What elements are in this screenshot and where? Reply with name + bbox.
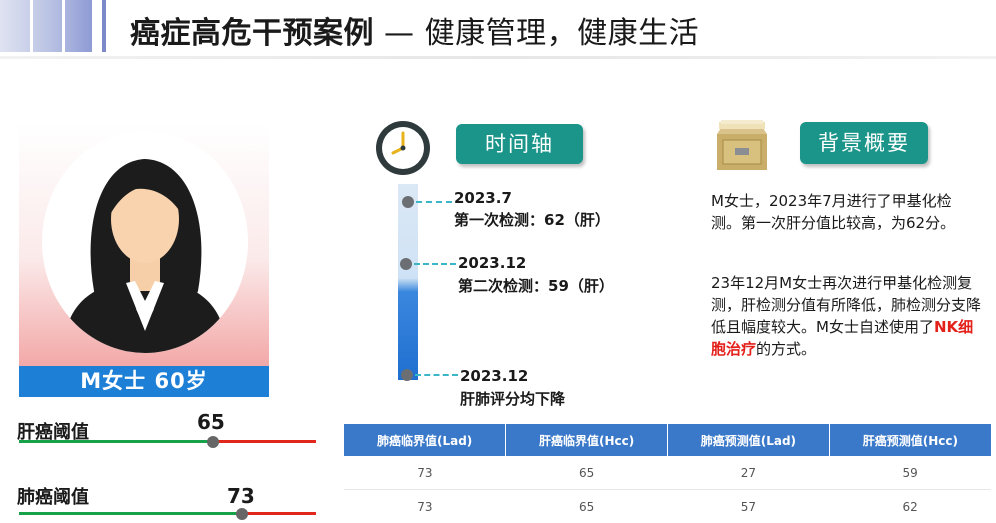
table-cell: 73: [344, 490, 506, 523]
timeline-connector: [416, 201, 452, 203]
prediction-table: 肺癌临界值(Lad) 肝癌临界值(Hcc) 肺癌预测值(Lad) 肝癌预测值(H…: [344, 424, 991, 523]
header-accent-stripe: [102, 0, 106, 52]
timeline-event-date: 2023.7: [454, 189, 512, 207]
table-cell: 62: [829, 490, 991, 523]
table-cell: 57: [668, 490, 830, 523]
table-header-row: 肺癌临界值(Lad) 肝癌临界值(Hcc) 肺癌预测值(Lad) 肝癌预测值(H…: [344, 424, 991, 456]
table-header-cell: 肝癌预测值(Hcc): [829, 424, 991, 456]
clock-icon: [374, 119, 432, 177]
page-title: 癌症高危干预案例 — 健康管理，健康生活: [130, 8, 699, 52]
lung-threshold-slider-handle[interactable]: [236, 508, 248, 520]
table-row: 73 65 27 59: [344, 456, 991, 490]
lung-threshold-value: 73: [227, 484, 255, 508]
lung-threshold-track-low: [19, 512, 242, 515]
file-cabinet-icon: [715, 120, 769, 172]
page-title-subtitle: — 健康管理，健康生活: [374, 16, 699, 51]
patient-name-label: M女士 60岁: [19, 366, 269, 397]
woman-avatar-icon: [42, 131, 248, 353]
timeline-axis: [398, 184, 418, 380]
liver-threshold-track-low: [19, 440, 213, 443]
liver-threshold-track-high: [213, 440, 316, 443]
background-header: 背景概要: [800, 122, 928, 164]
timeline-header: 时间轴: [456, 124, 583, 164]
timeline-connector: [414, 263, 456, 265]
timeline-event-date: 2023.12: [458, 254, 526, 272]
table-cell: 65: [506, 490, 668, 523]
background-paragraph-2-end: 的方式。: [756, 340, 816, 358]
table-cell: 73: [344, 456, 506, 490]
table-cell: 65: [506, 456, 668, 490]
table-cell: 27: [668, 456, 830, 490]
timeline-connector: [415, 374, 458, 376]
header-decoration: [0, 0, 92, 52]
timeline-event-dot: [401, 369, 413, 381]
table-header-cell: 肺癌临界值(Lad): [344, 424, 506, 456]
patient-avatar-panel: [19, 123, 269, 368]
timeline-event-desc: 第一次检测：62（肝）: [454, 209, 610, 230]
header-divider: [0, 56, 996, 59]
table-row: 73 65 57 62: [344, 490, 991, 523]
timeline-event-date: 2023.12: [460, 367, 528, 385]
timeline-event-dot: [400, 258, 412, 270]
liver-threshold-slider-handle[interactable]: [207, 436, 219, 448]
lung-threshold-label: 肺癌阈值: [17, 483, 89, 509]
liver-threshold-value: 65: [197, 410, 225, 434]
header-stripe: [30, 0, 33, 52]
timeline-event-desc: 第二次检测：59（肝）: [458, 275, 614, 296]
background-paragraph-1: M女士，2023年7月进行了甲基化检测。第一次肝分值比较高，为62分。: [711, 190, 981, 234]
background-paragraph-2: 23年12月M女士再次进行甲基化检测复测，肝检测分值有所降低，肺检测分支降低且幅…: [711, 272, 981, 360]
table-header-cell: 肝癌临界值(Hcc): [506, 424, 668, 456]
header-stripe: [62, 0, 65, 52]
page-title-main: 癌症高危干预案例: [130, 16, 374, 51]
table-header-cell: 肺癌预测值(Lad): [668, 424, 830, 456]
lung-threshold-track-high: [242, 512, 316, 515]
table-cell: 59: [829, 456, 991, 490]
timeline-event-desc: 肝肺评分均下降: [460, 388, 565, 409]
timeline-event-dot: [402, 196, 414, 208]
